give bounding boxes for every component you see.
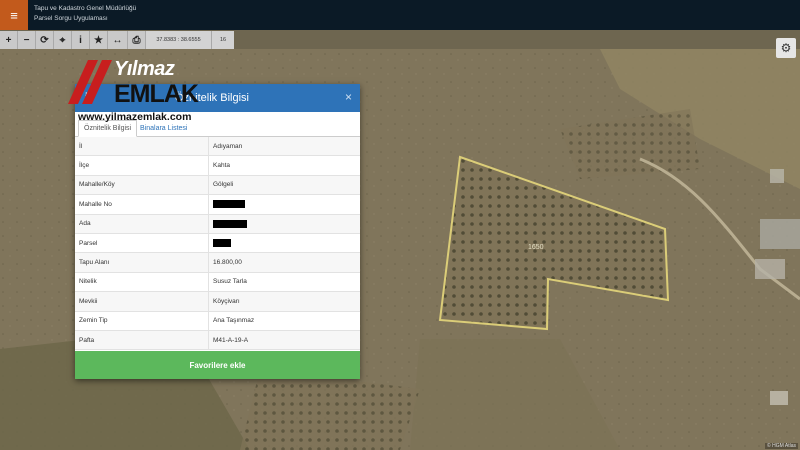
redacted-value bbox=[213, 200, 245, 209]
row-key: Zemin Tip bbox=[75, 311, 209, 330]
row-value: Kahta bbox=[213, 162, 230, 170]
table-row: Ada bbox=[75, 214, 360, 234]
gear-icon: ⚙ bbox=[780, 41, 792, 55]
measure-icon[interactable]: ↔ bbox=[108, 31, 128, 49]
zoom-out-button[interactable]: − bbox=[18, 31, 36, 49]
watermark-mark-icon bbox=[68, 60, 112, 104]
watermark-line1: Yılmaz bbox=[114, 58, 175, 80]
row-value bbox=[209, 195, 360, 213]
row-value bbox=[209, 215, 360, 233]
row-value: 16.800,00 bbox=[213, 259, 242, 267]
settings-gear-button[interactable]: ⚙ bbox=[776, 38, 796, 58]
table-row: Mahalle No bbox=[75, 195, 360, 215]
favorite-star-icon[interactable]: ★ bbox=[90, 31, 108, 49]
table-row: İlçe Kahta bbox=[75, 156, 360, 176]
app-title-line2: Parsel Sorgu Uygulaması bbox=[34, 15, 108, 22]
row-key: Tapu Alanı bbox=[75, 253, 209, 272]
redacted-value bbox=[213, 239, 231, 248]
row-value: Adıyaman bbox=[213, 142, 243, 150]
row-value: Köyçivarı bbox=[213, 297, 240, 305]
redacted-value bbox=[213, 219, 247, 228]
table-row: Pafta M41-A-19-A bbox=[75, 330, 360, 351]
row-key: İl bbox=[75, 137, 209, 156]
row-key: Pafta bbox=[75, 330, 209, 350]
row-key: Mahalle/Köy bbox=[75, 175, 209, 195]
app-title: Tapu ve Kadastro Genel Müdürlüğü Parsel … bbox=[34, 4, 136, 24]
table-row: Tapu Alanı 16.800,00 bbox=[75, 253, 360, 273]
info-icon[interactable]: i bbox=[72, 31, 90, 49]
attribute-table: İl Adıyaman İlçe Kahta Mahalle/Köy Gölge… bbox=[75, 137, 360, 351]
add-to-favorites-button[interactable]: Favorilere ekle bbox=[75, 351, 360, 379]
table-row: Mevkii Köyçivarı bbox=[75, 292, 360, 312]
hamburger-menu-button[interactable]: ≡ bbox=[0, 0, 28, 30]
hamburger-icon: ≡ bbox=[10, 7, 18, 23]
print-icon[interactable]: ⎙ bbox=[128, 31, 146, 49]
table-row: Mahalle/Köy Gölgeli bbox=[75, 175, 360, 196]
table-row: İl Adıyaman bbox=[75, 137, 360, 157]
row-value: M41-A-19-A bbox=[213, 336, 249, 344]
row-value: Ana Taşınmaz bbox=[213, 317, 255, 325]
zoom-level-readout: 16 bbox=[212, 31, 234, 49]
table-row: Parsel bbox=[75, 233, 360, 254]
row-key: İlçe bbox=[75, 156, 209, 175]
row-key: Mevkii bbox=[75, 292, 209, 311]
row-key: Parsel bbox=[75, 233, 209, 253]
close-icon[interactable]: × bbox=[345, 90, 352, 104]
coordinate-readout: 37.8383 : 38.6555 bbox=[146, 31, 212, 49]
refresh-icon[interactable]: ⟳ bbox=[36, 31, 54, 49]
map-attribution: © HGM Atlas bbox=[765, 443, 798, 449]
row-key: Nitelik bbox=[75, 272, 209, 292]
zoom-in-button[interactable]: + bbox=[0, 31, 18, 49]
app-title-line1: Tapu ve Kadastro Genel Müdürlüğü bbox=[34, 5, 137, 12]
watermark-url: www.yilmazemlak.com bbox=[78, 111, 192, 123]
table-row: Nitelik Susuz Tarla bbox=[75, 272, 360, 293]
locate-icon[interactable]: ⌖ bbox=[54, 31, 72, 49]
table-row: Zemin Tip Ana Taşınmaz bbox=[75, 311, 360, 331]
watermark-logo: Yılmaz EMLAK www.yilmazemlak.com bbox=[66, 58, 199, 130]
row-value bbox=[209, 234, 360, 252]
watermark-line2: EMLAK bbox=[114, 80, 199, 108]
row-value: Gölgeli bbox=[213, 181, 234, 189]
map-toolbar: + − ⟳ ⌖ i ★ ↔ ⎙ 37.8383 : 38.6555 16 bbox=[0, 31, 234, 49]
parcel-number-label: 1650 bbox=[528, 244, 544, 251]
row-key: Ada bbox=[75, 214, 209, 233]
row-value: Susuz Tarla bbox=[213, 278, 247, 286]
row-key: Mahalle No bbox=[75, 195, 209, 214]
top-header: ≡ Tapu ve Kadastro Genel Müdürlüğü Parse… bbox=[0, 0, 800, 30]
